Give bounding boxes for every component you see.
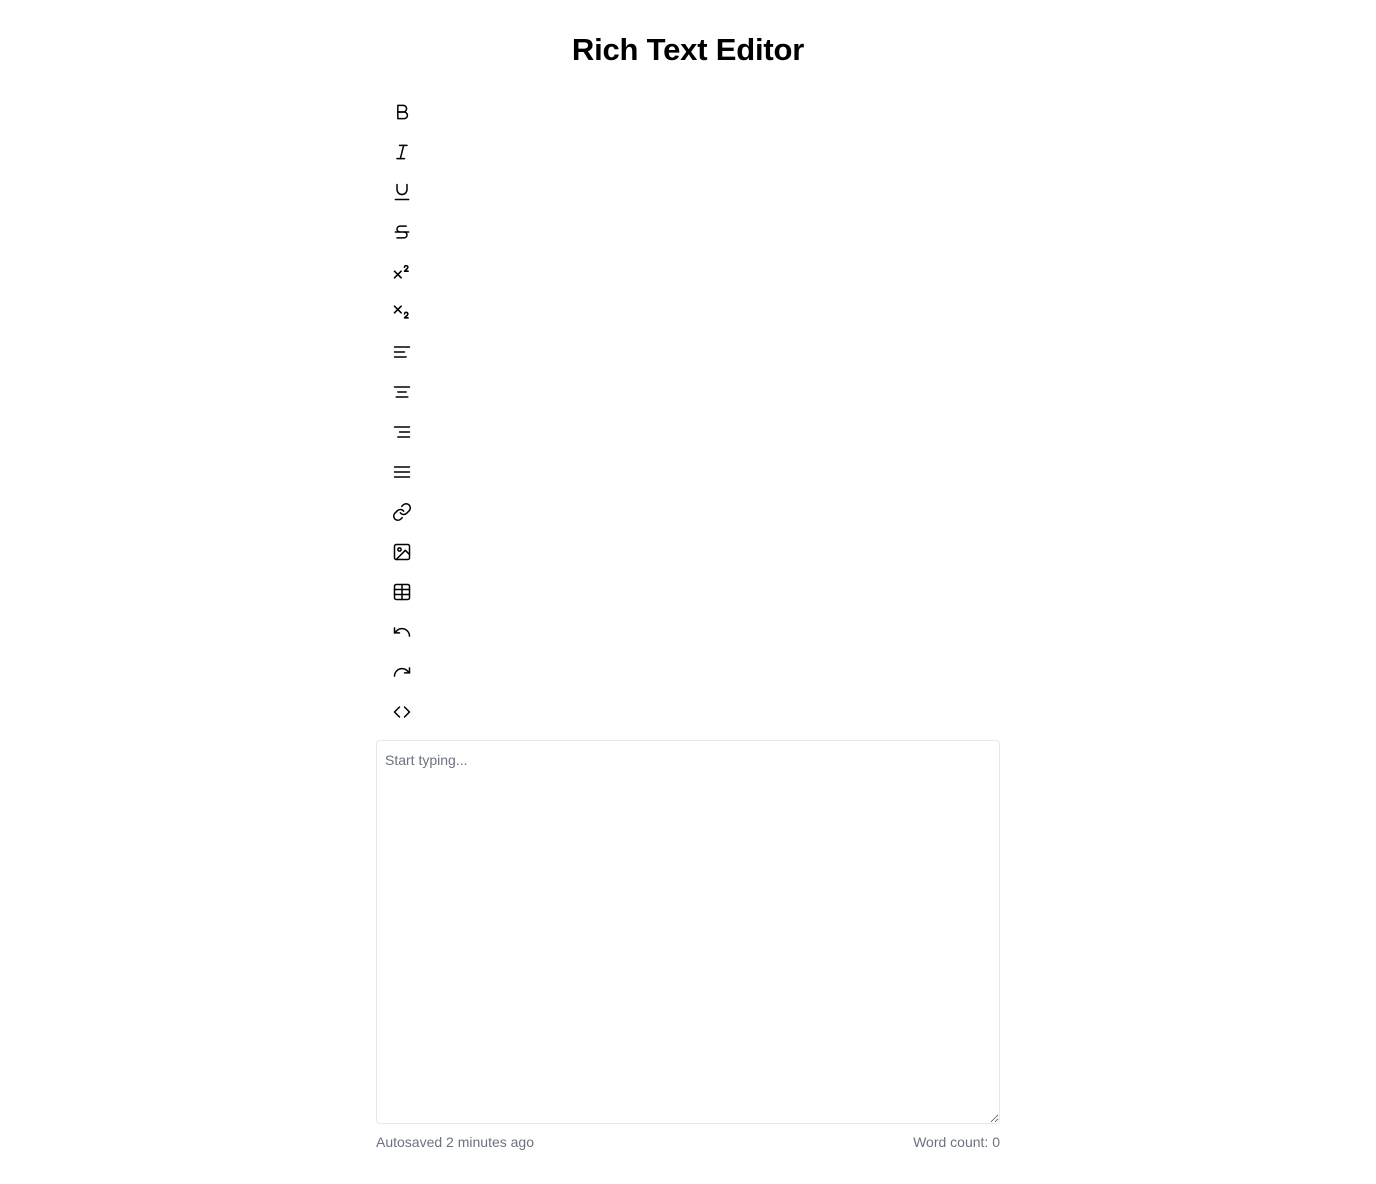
word-count: Word count: 0 [913, 1134, 1000, 1150]
align-center-icon [393, 386, 411, 398]
link-icon [392, 502, 412, 522]
editor-page: Rich Text Editor Start typing... Autosav… [0, 0, 1376, 1184]
italic-icon [396, 144, 408, 160]
superscript-icon [393, 264, 409, 279]
align-left-button[interactable] [382, 332, 422, 372]
align-justify-icon [393, 466, 411, 478]
undo-button[interactable] [382, 612, 422, 652]
formatting-toolbar [382, 92, 422, 732]
table-button[interactable] [382, 572, 422, 612]
link-button[interactable] [382, 492, 422, 532]
autosave-status: Autosaved 2 minutes ago [376, 1134, 534, 1150]
underline-button[interactable] [382, 172, 422, 212]
bold-button[interactable] [382, 92, 422, 132]
redo-icon [393, 667, 411, 677]
image-icon [393, 543, 411, 561]
align-right-icon [393, 426, 411, 438]
editor-footer: Autosaved 2 minutes ago Word count: 0 [376, 1132, 1000, 1152]
code-icon [393, 706, 411, 718]
align-justify-button[interactable] [382, 452, 422, 492]
subscript-icon [393, 305, 409, 319]
editor-textarea[interactable] [376, 740, 1000, 1124]
underline-icon [394, 183, 410, 201]
undo-icon [393, 627, 411, 637]
page-title: Rich Text Editor [571, 32, 805, 67]
code-button[interactable] [382, 692, 422, 732]
align-left-icon [393, 346, 411, 358]
table-icon [393, 583, 411, 601]
redo-button[interactable] [382, 652, 422, 692]
italic-button[interactable] [382, 132, 422, 172]
superscript-button[interactable] [382, 252, 422, 292]
bold-icon [397, 104, 409, 120]
strikethrough-icon [394, 225, 410, 239]
strikethrough-button[interactable] [382, 212, 422, 252]
align-center-button[interactable] [382, 372, 422, 412]
subscript-button[interactable] [382, 292, 422, 332]
align-right-button[interactable] [382, 412, 422, 452]
image-button[interactable] [382, 532, 422, 572]
